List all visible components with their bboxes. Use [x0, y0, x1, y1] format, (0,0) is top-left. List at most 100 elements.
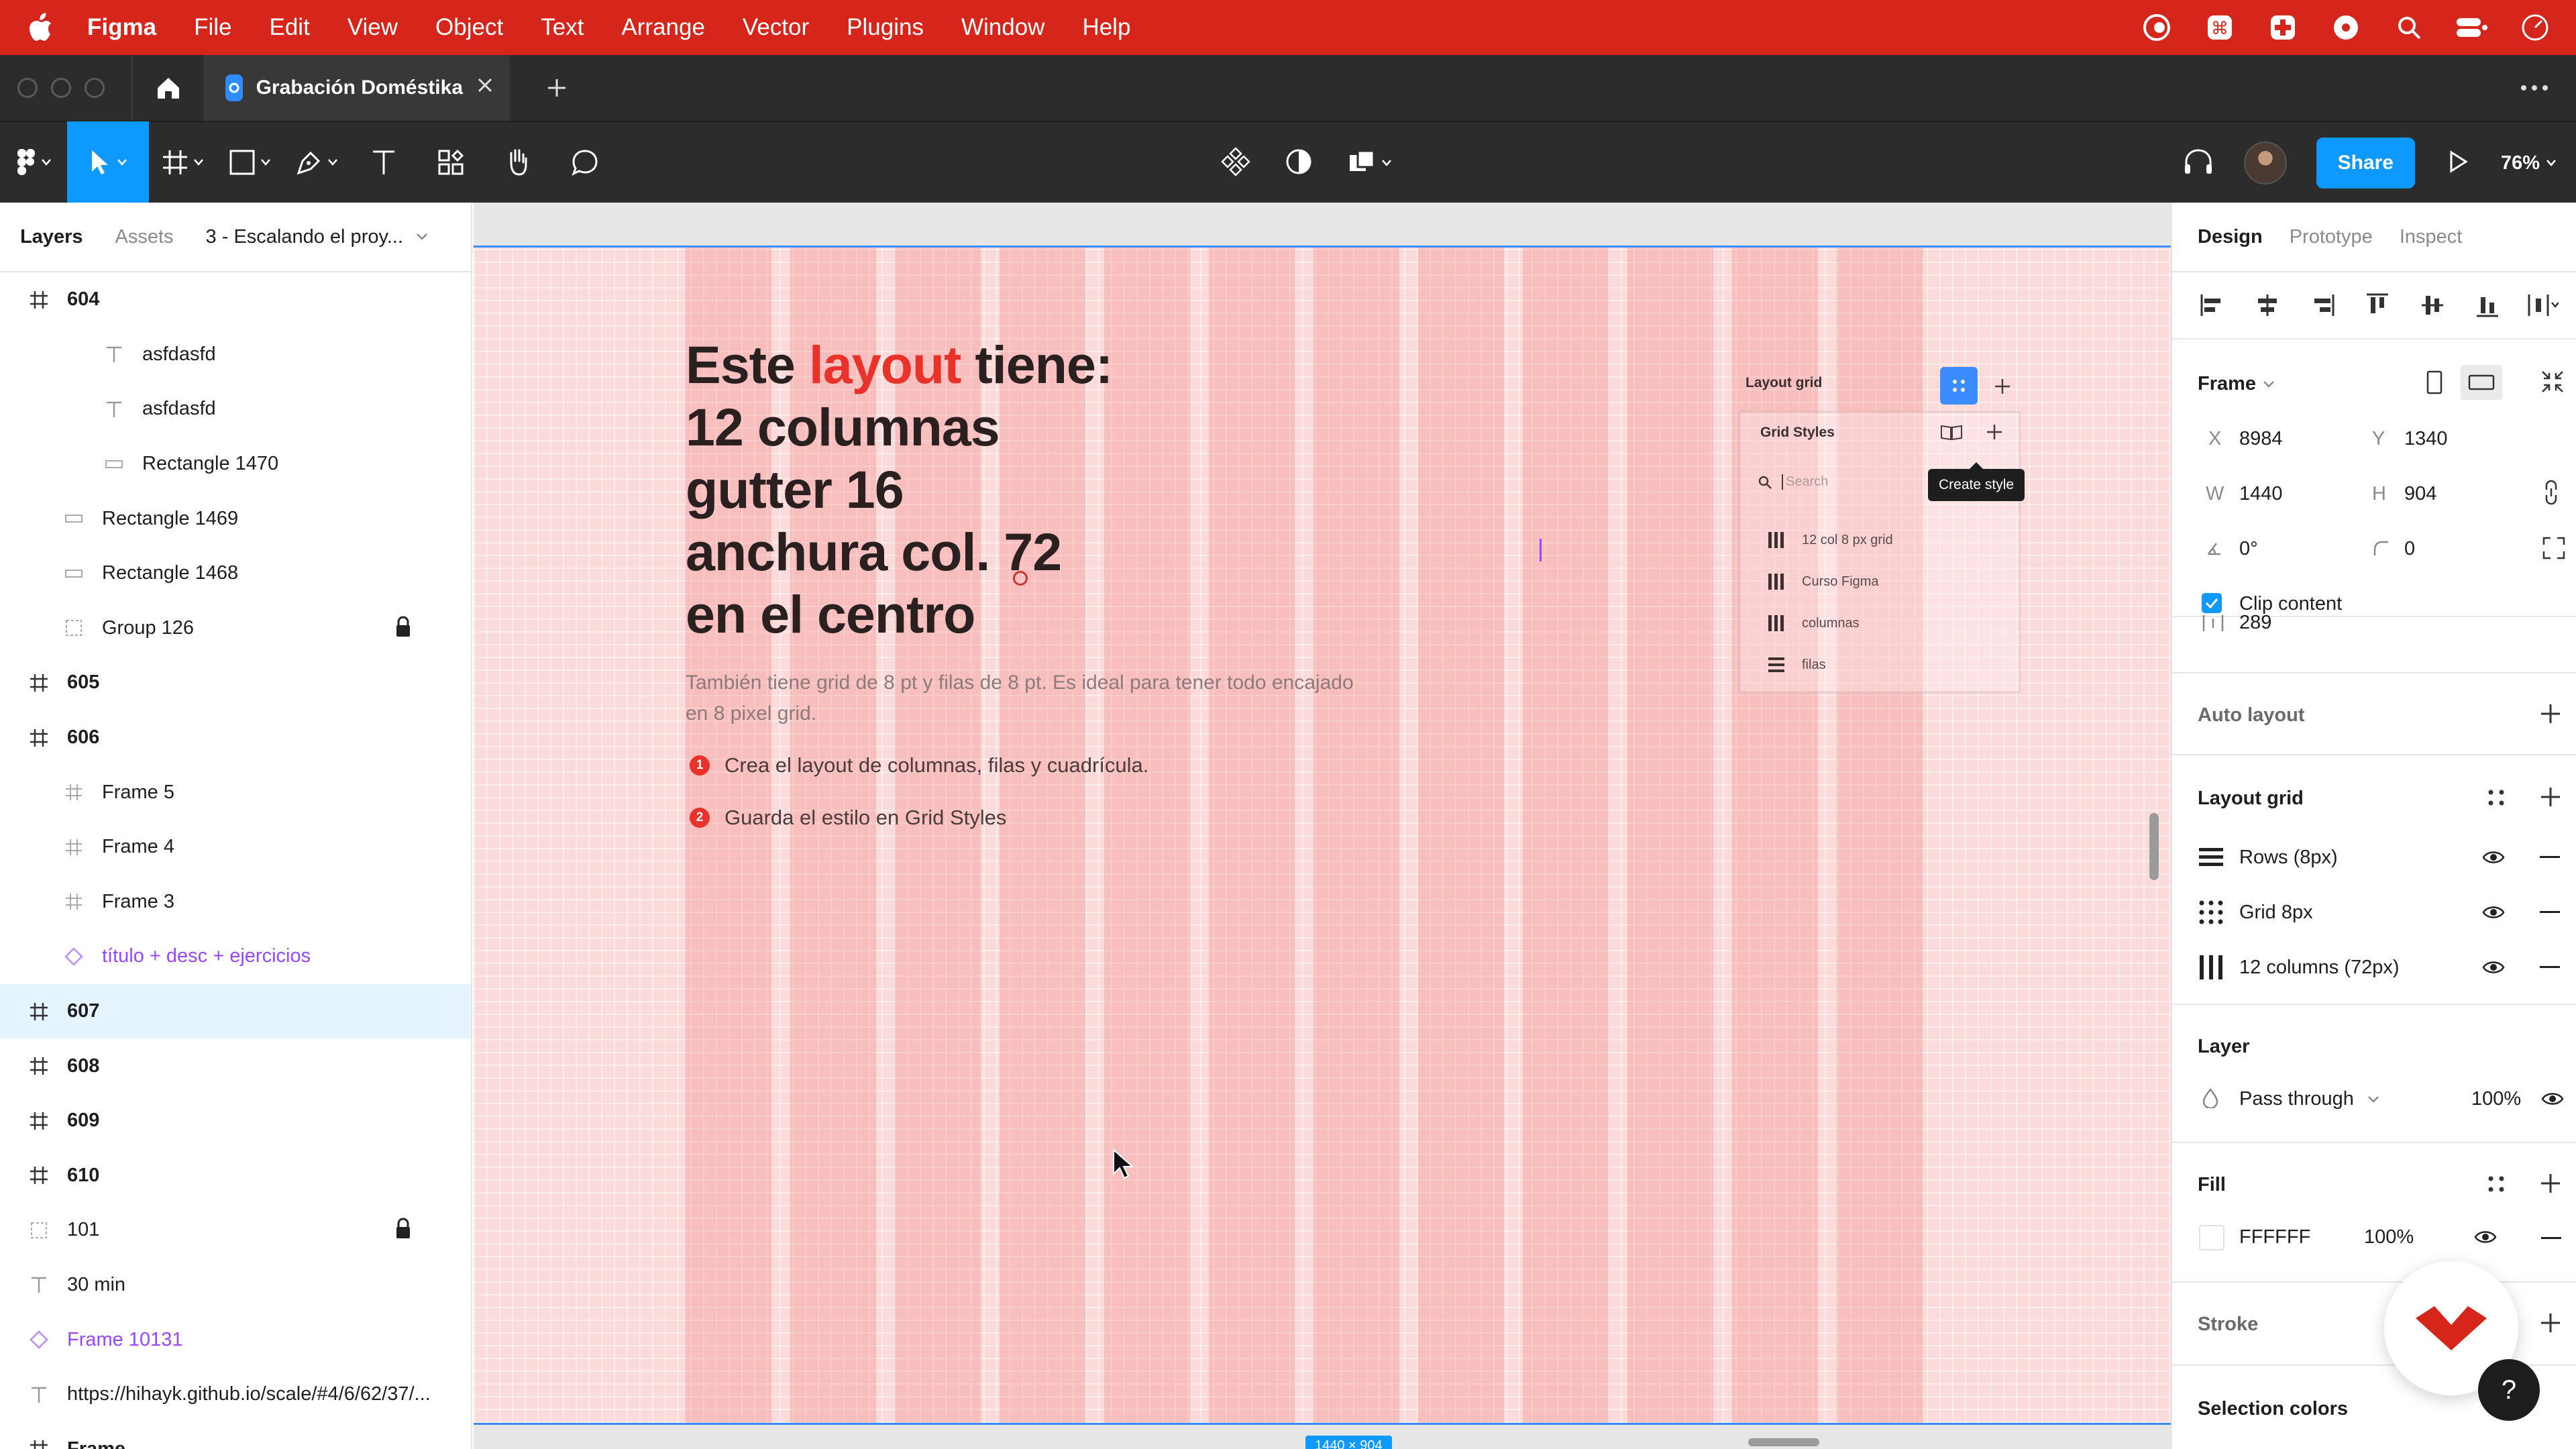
resources-tool[interactable]	[417, 121, 484, 203]
layer-row-group-126[interactable]: Group 126	[0, 601, 471, 656]
home-button[interactable]	[131, 55, 205, 121]
command-icon[interactable]: ⌘	[2203, 11, 2237, 44]
remove-icon[interactable]	[2540, 966, 2560, 969]
align-left-icon[interactable]	[2196, 289, 2229, 321]
layer-row-101[interactable]: 101	[0, 1203, 471, 1258]
horizontal-scrollbar[interactable]	[1748, 1438, 1819, 1446]
search-icon[interactable]	[2392, 11, 2426, 44]
tab-grabacion-domestika[interactable]: Grabación Doméstika	[205, 55, 510, 121]
pen-tool[interactable]	[283, 121, 350, 203]
tab-prototype[interactable]: Prototype	[2290, 226, 2373, 248]
eye-icon[interactable]	[2482, 959, 2505, 975]
creative-cloud-icon[interactable]	[2140, 11, 2174, 44]
grid-style-item[interactable]: 12 col 8 px grid	[1767, 531, 1893, 549]
constrain-proportions-icon[interactable]	[2542, 479, 2560, 506]
menu-object[interactable]: Object	[435, 14, 503, 41]
grid-style-item[interactable]: Curso Figma	[1767, 572, 1878, 591]
chevron-down-icon[interactable]	[2263, 381, 2274, 388]
auto-layout-title[interactable]: Auto layout	[2198, 704, 2305, 727]
eye-icon[interactable]	[2541, 1091, 2564, 1107]
align-center-horizontal-icon[interactable]	[2251, 289, 2284, 321]
stroke-title[interactable]: Stroke	[2198, 1313, 2258, 1336]
layer-row-609[interactable]: 609	[0, 1093, 471, 1148]
chevron-down-icon[interactable]	[2368, 1096, 2379, 1103]
new-tab-button[interactable]	[543, 74, 570, 101]
hand-tool[interactable]	[484, 121, 551, 203]
blend-mode-dropdown[interactable]: Pass through	[2239, 1088, 2354, 1110]
tab-design[interactable]: Design	[2198, 226, 2263, 248]
menu-text[interactable]: Text	[541, 14, 584, 41]
remove-icon[interactable]	[2540, 911, 2560, 914]
menu-app-figma[interactable]: Figma	[87, 14, 156, 41]
fill-styles-icon[interactable]	[2487, 1175, 2505, 1193]
tab-inspect[interactable]: Inspect	[2400, 226, 2463, 248]
layout-grid-item-columns[interactable]: 12 columns (72px)	[2198, 947, 2560, 987]
layer-row-frame-5[interactable]: Frame 5	[0, 765, 471, 820]
menu-arrange[interactable]: Arrange	[621, 14, 705, 41]
layer-row-asfdasfd[interactable]: asfdasfd	[0, 382, 471, 437]
more-options-button[interactable]	[2520, 55, 2549, 121]
resize-handle[interactable]	[1013, 571, 1028, 586]
eye-icon[interactable]	[2482, 849, 2505, 865]
remove-icon[interactable]	[2540, 856, 2560, 859]
plus-icon[interactable]	[1994, 378, 2011, 395]
fill-opacity-input[interactable]: 100%	[2364, 1226, 2414, 1248]
close-window-button[interactable]	[17, 78, 38, 98]
layer-row-604[interactable]: 604	[0, 272, 471, 327]
menu-vector[interactable]: Vector	[743, 14, 809, 41]
align-bottom-icon[interactable]	[2471, 289, 2504, 321]
lock-icon[interactable]	[394, 616, 412, 639]
add-auto-layout-icon[interactable]	[2540, 703, 2561, 724]
w-input[interactable]: 1440	[2239, 483, 2283, 505]
eye-icon[interactable]	[2474, 1229, 2497, 1245]
landscape-button[interactable]	[2461, 365, 2502, 400]
align-right-icon[interactable]	[2306, 289, 2339, 321]
tab-assets[interactable]: Assets	[115, 226, 174, 248]
grid-style-search[interactable]: Search	[1758, 474, 1828, 490]
clock-icon[interactable]	[2518, 11, 2552, 44]
menu-window[interactable]: Window	[961, 14, 1044, 41]
menu-help[interactable]: Help	[1082, 14, 1130, 41]
minimize-window-button[interactable]	[51, 78, 71, 98]
menu-plugins[interactable]: Plugins	[847, 14, 924, 41]
layer-row-610[interactable]: 610	[0, 1148, 471, 1203]
canvas[interactable]: Este layout tiene: 12 columnas gutter 16…	[474, 203, 2171, 1449]
main-menu-button[interactable]	[0, 121, 67, 203]
layer-row-rectangle-1470[interactable]: Rectangle 1470	[0, 437, 471, 492]
add-stroke-icon[interactable]	[2540, 1312, 2561, 1334]
shape-tool[interactable]	[216, 121, 283, 203]
zoom-dropdown[interactable]: 76%	[2501, 152, 2556, 174]
frame-tool[interactable]	[149, 121, 216, 203]
align-top-icon[interactable]	[2361, 289, 2394, 321]
mask-icon[interactable]	[1284, 147, 1313, 180]
frame-607[interactable]: Este layout tiene: 12 columnas gutter 16…	[474, 246, 2171, 1425]
add-fill-icon[interactable]	[2540, 1173, 2561, 1194]
description-text[interactable]: También tiene grid de 8 pt y filas de 8 …	[686, 667, 1356, 729]
share-button[interactable]: Share	[2316, 138, 2415, 189]
layer-row-frame-10131[interactable]: Frame 10131	[0, 1312, 471, 1367]
page-selector[interactable]: 3 - Escalando el proy...	[206, 226, 427, 248]
grid-style-item[interactable]: columnas	[1767, 614, 1860, 633]
independent-corners-icon[interactable]	[2542, 537, 2565, 559]
fill-color-swatch[interactable]	[2199, 1225, 2224, 1250]
align-center-vertical-icon[interactable]	[2416, 289, 2449, 321]
layer-opacity-input[interactable]: 100%	[2471, 1088, 2521, 1110]
layer-row-607[interactable]: 607	[0, 983, 471, 1039]
layer-row-30-min[interactable]: 30 min	[0, 1258, 471, 1313]
grid-style-item[interactable]: filas	[1767, 655, 1826, 674]
comment-tool[interactable]	[551, 121, 619, 203]
control-center-icon[interactable]	[2455, 11, 2489, 44]
menu-view[interactable]: View	[347, 14, 398, 41]
corner-radius-input[interactable]: 0	[2404, 538, 2415, 560]
layer-row-rectangle-1469[interactable]: Rectangle 1469	[0, 491, 471, 546]
component-icon[interactable]	[1221, 146, 1250, 180]
avatar[interactable]	[2243, 142, 2287, 184]
text-tool[interactable]	[350, 121, 417, 203]
apple-icon[interactable]	[27, 13, 54, 42]
close-tab-icon[interactable]	[476, 76, 494, 99]
hero-heading[interactable]: Este layout tiene: 12 columnas gutter 16…	[686, 333, 1263, 645]
layer-row-rectangle-1468[interactable]: Rectangle 1468	[0, 546, 471, 601]
layer-row-frame-4[interactable]: Frame 4	[0, 820, 471, 875]
layer-row-frame-3[interactable]: Frame 3	[0, 875, 471, 930]
tab-layers[interactable]: Layers	[20, 226, 83, 248]
